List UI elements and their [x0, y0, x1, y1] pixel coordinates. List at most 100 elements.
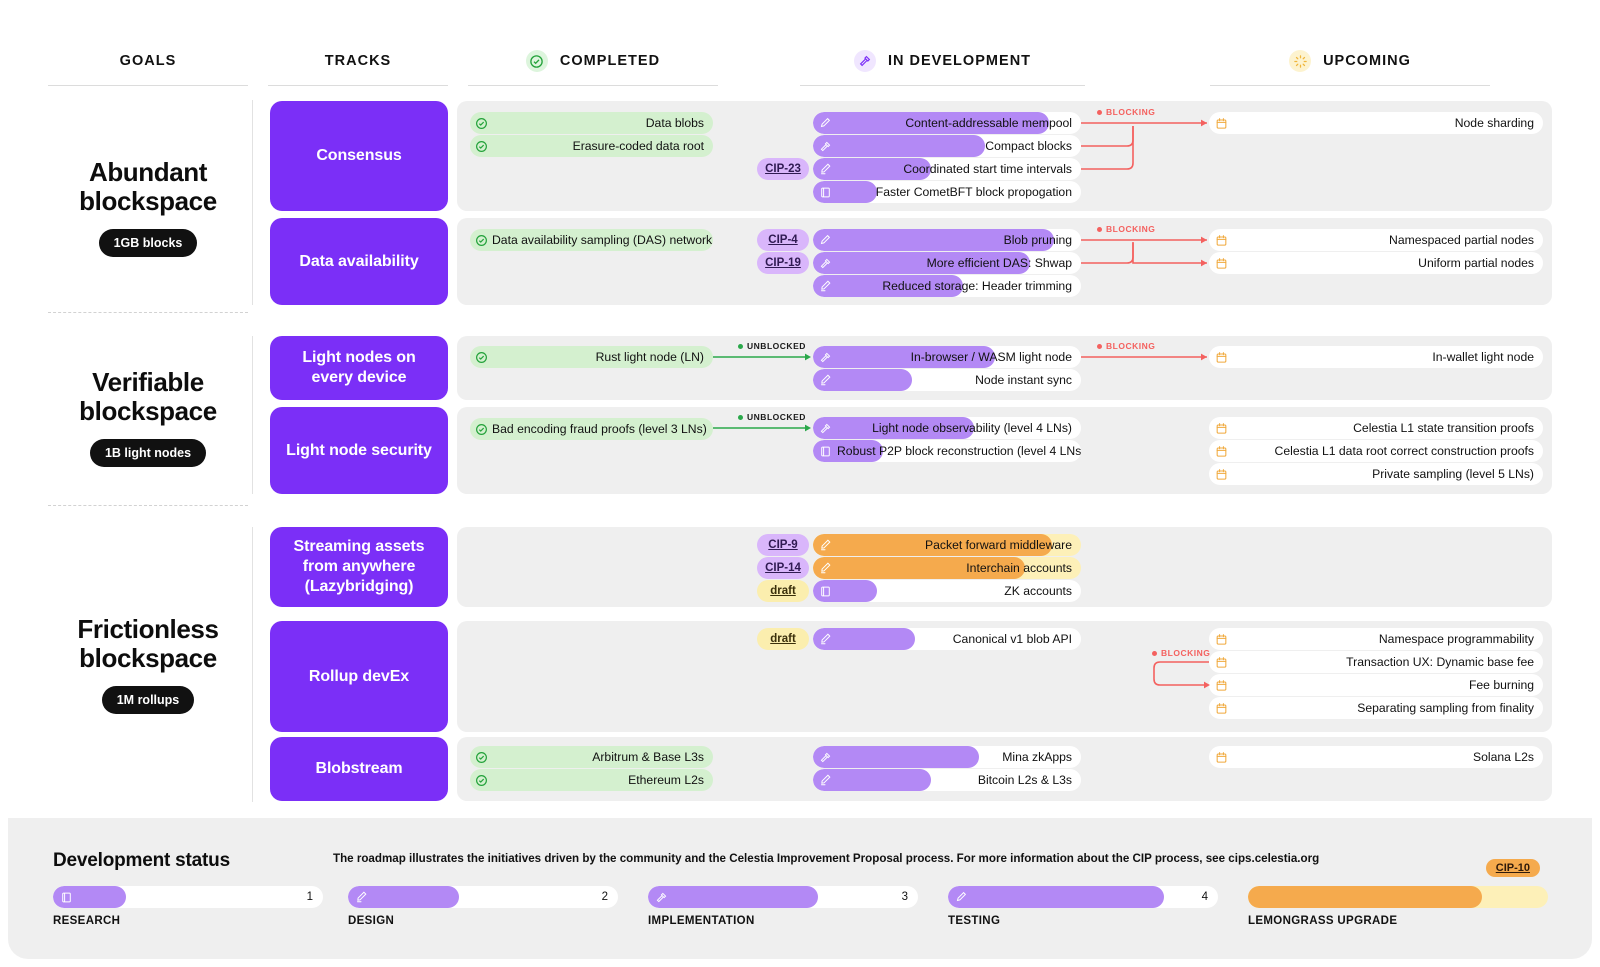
- completed-item[interactable]: Data availability sampling (DAS) network: [470, 229, 713, 251]
- completed-item[interactable]: Bad encoding fraud proofs (level 3 LNs): [470, 418, 713, 440]
- column-headers: GOALS TRACKS COMPLETED IN DEVELOPMENT UP…: [0, 48, 1600, 86]
- hammer-icon: [813, 140, 837, 153]
- in-development-item-label: Mina zkApps: [1002, 750, 1072, 764]
- upcoming-item[interactable]: Fee burning: [1209, 674, 1543, 696]
- completed-item-label: Data availability sampling (DAS) network: [492, 233, 713, 247]
- blocking-label: BLOCKING: [1097, 224, 1155, 234]
- check-circle-icon: [470, 423, 492, 436]
- pencil-icon: [813, 162, 837, 176]
- cip-badge-lemongrass[interactable]: CIP-10: [1485, 859, 1540, 877]
- cip-badge-draft[interactable]: draft: [757, 628, 809, 650]
- in-development-item[interactable]: ZK accounts: [813, 580, 1081, 602]
- status-dot-icon: [1097, 226, 1102, 232]
- in-development-item[interactable]: More efficient DAS: Shwap: [813, 252, 1081, 274]
- upcoming-item[interactable]: Celestia L1 data root correct constructi…: [1209, 440, 1543, 462]
- in-development-item-label: ZK accounts: [1004, 584, 1072, 598]
- legend-caption: LEMONGRASS UPGRADE: [1248, 915, 1398, 927]
- in-development-item[interactable]: Compact blocks: [813, 135, 1081, 157]
- completed-item-label: Data blobs: [645, 116, 704, 130]
- unblocked-label-text: UNBLOCKED: [747, 412, 806, 422]
- upcoming-item-label: Fee burning: [1468, 678, 1534, 692]
- completed-item[interactable]: Arbitrum & Base L3s: [470, 746, 713, 768]
- upcoming-item-label: Namespace programmability: [1378, 632, 1534, 646]
- in-development-item[interactable]: Coordinated start time intervals: [813, 158, 1081, 180]
- check-circle-icon: [470, 234, 492, 247]
- upcoming-item[interactable]: Private sampling (level 5 LNs): [1209, 463, 1543, 485]
- track-card-data-availability[interactable]: Data availability: [270, 218, 448, 305]
- legend-progress-bar[interactable]: 4: [948, 886, 1218, 908]
- legend-progress-bar[interactable]: 3: [648, 886, 918, 908]
- track-card-rollup-devex[interactable]: Rollup devEx: [270, 621, 448, 732]
- unblocked-label-text: UNBLOCKED: [747, 341, 806, 351]
- cip-badge-draft[interactable]: draft: [757, 580, 809, 602]
- upcoming-item[interactable]: Namespace programmability: [1209, 628, 1543, 650]
- upcoming-item-label: Private sampling (level 5 LNs): [1372, 467, 1534, 481]
- calendar-icon: [1209, 117, 1233, 130]
- in-development-item[interactable]: Canonical v1 blob API: [813, 628, 1081, 650]
- column-header-label: GOALS: [119, 53, 177, 69]
- status-dot-icon: [738, 414, 743, 420]
- track-card-streaming-assets[interactable]: Streaming assets from anywhere (Lazybrid…: [270, 527, 448, 607]
- in-development-item[interactable]: Bitcoin L2s & L3s: [813, 769, 1081, 791]
- legend-caption: RESEARCH: [53, 915, 121, 927]
- upcoming-item[interactable]: Separating sampling from finality: [1209, 697, 1543, 719]
- sun-icon: [1289, 50, 1312, 72]
- cip-badge[interactable]: CIP-23: [757, 158, 809, 180]
- in-development-item[interactable]: Interchain accounts: [813, 557, 1081, 579]
- track-card-light-node-security[interactable]: Light node security: [270, 407, 448, 494]
- column-header-label: IN DEVELOPMENT: [887, 53, 1032, 69]
- pencil-icon: [813, 538, 837, 552]
- development-status-footer: Development status The roadmap illustrat…: [8, 818, 1592, 959]
- pencil-icon: [813, 632, 837, 646]
- in-development-item-label: Interchain accounts: [966, 561, 1072, 575]
- calendar-icon: [1209, 351, 1233, 364]
- hammer-icon: [813, 257, 837, 270]
- completed-item-label: Rust light node (LN): [595, 350, 704, 364]
- completed-item[interactable]: Rust light node (LN): [470, 346, 713, 368]
- cip-badge[interactable]: CIP-4: [757, 229, 809, 251]
- legend-progress-bar[interactable]: 1: [53, 886, 323, 908]
- in-development-item[interactable]: Reduced storage: Header trimming: [813, 275, 1081, 297]
- completed-item[interactable]: Erasure-coded data root: [470, 135, 713, 157]
- pencil-icon: [813, 561, 837, 575]
- upcoming-item[interactable]: Transaction UX: Dynamic base fee: [1209, 651, 1543, 673]
- goal-divider: [48, 312, 248, 313]
- in-development-item[interactable]: Packet forward middleware: [813, 534, 1081, 556]
- upcoming-item[interactable]: Node sharding: [1209, 112, 1543, 134]
- track-card-blobstream[interactable]: Blobstream: [270, 737, 448, 801]
- in-development-item[interactable]: In-browser / WASM light node: [813, 346, 1081, 368]
- cip-badge[interactable]: CIP-14: [757, 557, 809, 579]
- in-development-item[interactable]: Content-addressable mempool: [813, 112, 1081, 134]
- completed-item[interactable]: Data blobs: [470, 112, 713, 134]
- check-circle-icon: [470, 117, 492, 130]
- in-development-item[interactable]: Mina zkApps: [813, 746, 1081, 768]
- pen-icon: [948, 890, 974, 904]
- cip-badge[interactable]: CIP-19: [757, 252, 809, 274]
- legend-progress-bar[interactable]: 2: [348, 886, 618, 908]
- goal-vertical-rule: [252, 100, 253, 305]
- track-card-light-nodes[interactable]: Light nodes on every device: [270, 336, 448, 400]
- goal-metric-pill: 1M rollups: [101, 686, 195, 715]
- legend-progress-bar[interactable]: [1248, 886, 1548, 908]
- in-development-item-label: Blob pruning: [1003, 233, 1072, 247]
- in-development-item[interactable]: Robust P2P block reconstruction (level 4…: [813, 440, 1081, 462]
- track-card-consensus[interactable]: Consensus: [270, 101, 448, 211]
- in-development-item[interactable]: Light node observability (level 4 LNs): [813, 417, 1081, 439]
- upcoming-item[interactable]: In-wallet light node: [1209, 346, 1543, 368]
- hammer-icon: [813, 751, 837, 764]
- upcoming-item[interactable]: Solana L2s: [1209, 746, 1543, 768]
- upcoming-item[interactable]: Namespaced partial nodes: [1209, 229, 1543, 251]
- in-development-item[interactable]: Node instant sync: [813, 369, 1081, 391]
- check-circle-icon: [470, 140, 492, 153]
- in-development-item-label: Robust P2P block reconstruction (level 4…: [837, 444, 1081, 458]
- in-development-item[interactable]: Blob pruning: [813, 229, 1081, 251]
- completed-item[interactable]: Ethereum L2s: [470, 769, 713, 791]
- pencil-icon: [348, 890, 374, 904]
- goal-divider: [48, 505, 248, 506]
- cip-badge[interactable]: CIP-9: [757, 534, 809, 556]
- in-development-item[interactable]: Faster CometBFT block propogation: [813, 181, 1081, 203]
- book-icon: [813, 585, 837, 598]
- hammer-icon: [813, 422, 837, 435]
- upcoming-item[interactable]: Celestia L1 state transition proofs: [1209, 417, 1543, 439]
- upcoming-item[interactable]: Uniform partial nodes: [1209, 252, 1543, 274]
